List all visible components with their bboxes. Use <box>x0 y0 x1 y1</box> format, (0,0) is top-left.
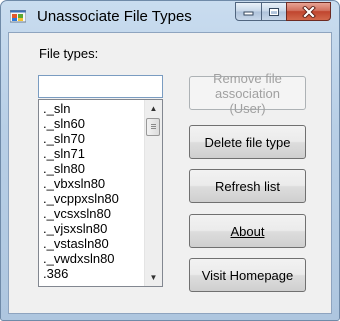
about-button-label: About <box>230 223 265 239</box>
window-title: Unassociate File Types <box>37 8 192 25</box>
minimize-icon <box>243 11 254 16</box>
list-item[interactable]: ._sln70 <box>43 131 85 146</box>
list-item[interactable]: ._vstasln80 <box>43 236 109 251</box>
file-types-label: File types: <box>39 46 99 61</box>
list-item[interactable]: ._vcppxsln80 <box>43 191 119 206</box>
list-item[interactable]: ._sln <box>43 101 70 116</box>
list-item[interactable]: ._sln80 <box>43 161 85 176</box>
maximize-icon <box>269 7 279 16</box>
list-item[interactable]: ._sln71 <box>43 146 85 161</box>
list-item[interactable]: ._sln60 <box>43 116 85 131</box>
title-bar[interactable]: Unassociate File Types <box>1 1 339 33</box>
triangle-up-icon: ▲ <box>149 104 158 113</box>
list-item[interactable]: ._vcsxsln80 <box>43 206 111 221</box>
grip-line <box>151 128 156 129</box>
grip-line <box>151 126 156 127</box>
list-scrollbar[interactable]: ▲ ▼ <box>144 100 162 286</box>
maximize-button[interactable] <box>261 2 287 21</box>
scroll-down-button[interactable]: ▼ <box>145 269 162 286</box>
app-window: Unassociate File Types File types: ._sln <box>0 0 340 321</box>
remove-association-button[interactable]: Remove file association (User) <box>189 71 306 116</box>
triangle-down-icon: ▼ <box>149 273 158 282</box>
about-button[interactable]: About <box>189 214 306 248</box>
list-item[interactable]: .386 <box>43 266 68 281</box>
list-item[interactable]: ._vwdxsln80 <box>43 251 115 266</box>
scroll-up-button[interactable]: ▲ <box>145 100 162 117</box>
list-item[interactable]: ._vjsxsln80 <box>43 221 107 236</box>
visit-homepage-button[interactable]: Visit Homepage <box>189 258 306 292</box>
delete-file-type-button[interactable]: Delete file type <box>189 125 306 159</box>
windows-app-icon <box>10 10 26 23</box>
file-type-search-input[interactable] <box>38 75 163 98</box>
grip-line <box>151 124 156 125</box>
client-area: File types: ._sln ._sln60 ._sln70 ._sln7… <box>8 32 332 314</box>
close-icon <box>301 5 316 18</box>
refresh-list-button[interactable]: Refresh list <box>189 169 306 203</box>
scroll-thumb[interactable] <box>146 118 160 136</box>
file-types-listbox[interactable]: ._sln ._sln60 ._sln70 ._sln71 ._sln80 ._… <box>38 99 163 287</box>
minimize-button[interactable] <box>235 2 262 21</box>
close-button[interactable] <box>286 2 331 21</box>
list-item[interactable]: ._vbxsln80 <box>43 176 105 191</box>
